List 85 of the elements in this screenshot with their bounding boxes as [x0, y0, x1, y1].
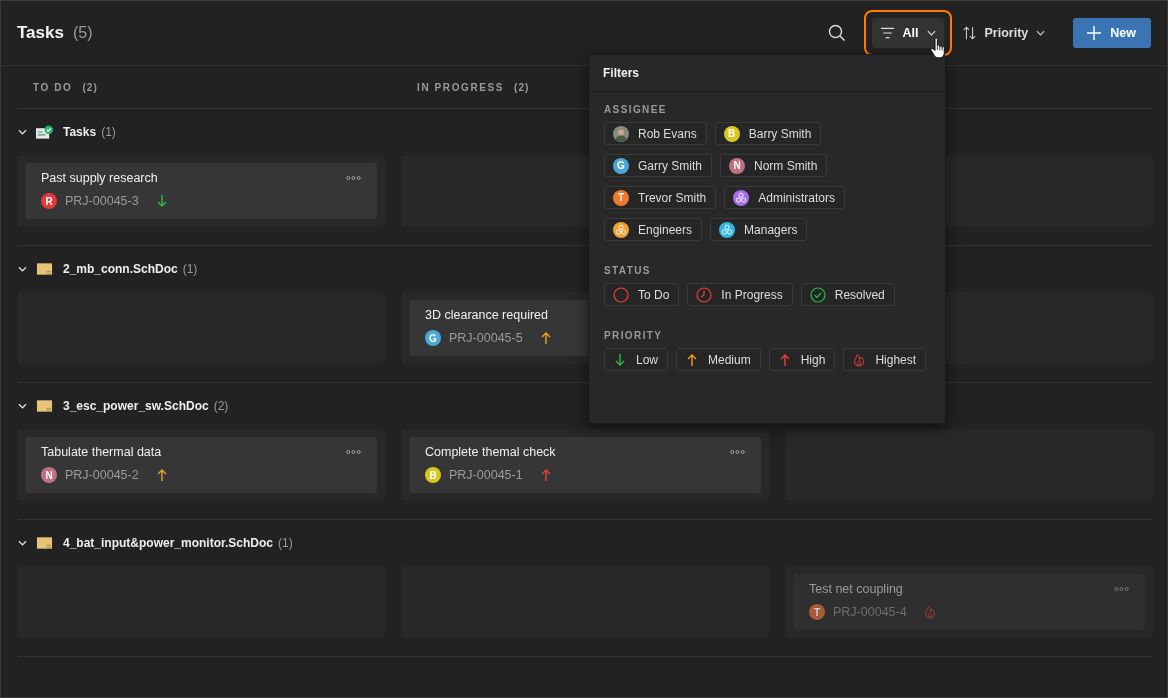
filter-chip[interactable]: In Progress	[687, 283, 793, 306]
more-icon[interactable]	[730, 450, 745, 454]
group-count: (1)	[182, 262, 198, 276]
filter-chip[interactable]: Administrators	[724, 186, 845, 209]
filter-chip[interactable]: Low	[604, 348, 668, 371]
task-title: Past supply research	[41, 171, 158, 185]
filter-chip[interactable]: T Trevor Smith	[604, 186, 717, 209]
task-card[interactable]: Test net coupling T PRJ-00045-4	[793, 574, 1145, 630]
group-count: (2)	[213, 399, 229, 413]
filter-chip[interactable]: High	[768, 348, 836, 371]
filter-chip[interactable]: Resolved	[800, 283, 895, 306]
filter-chip[interactable]: To Do	[604, 283, 680, 306]
task-list-icon	[36, 125, 53, 139]
group-name: 2_mb_conn.SchDoc	[63, 262, 178, 276]
sort-button[interactable]: Priority	[955, 25, 1052, 41]
avatar: N	[41, 467, 57, 483]
column-heading: TO DO	[33, 81, 73, 93]
circle-icon	[613, 286, 629, 303]
task-card[interactable]: Complete themal check B PRJ-00045-1	[409, 437, 761, 493]
filter-chip[interactable]: Engineers	[604, 218, 703, 241]
filter-chip[interactable]: Rob Evans	[604, 122, 707, 145]
avatar: G	[613, 157, 629, 174]
task-id: PRJ-00045-4	[833, 605, 907, 619]
new-button[interactable]: New	[1073, 18, 1151, 48]
filter-chip[interactable]: Medium	[676, 348, 761, 371]
chevron-icon[interactable]	[18, 266, 27, 272]
avatar: B	[425, 467, 441, 483]
avatar: N	[729, 157, 745, 174]
plus-icon	[1087, 26, 1102, 40]
flame-icon	[852, 352, 867, 367]
filter-chip[interactable]: N Norm Smith	[720, 154, 828, 177]
chevron-icon[interactable]	[18, 129, 27, 135]
avatar: T	[809, 604, 825, 620]
section-heading: ASSIGNEE	[604, 104, 668, 115]
avatar: R	[41, 193, 57, 209]
more-icon[interactable]	[346, 450, 361, 454]
check-circle-icon	[809, 286, 826, 303]
avatar: T	[613, 189, 629, 206]
filter-chip[interactable]: G Garry Smith	[604, 154, 712, 177]
document-icon	[36, 399, 53, 413]
filter-chip[interactable]: Managers	[710, 218, 808, 241]
group-count: (1)	[101, 125, 116, 139]
filter-icon	[879, 26, 895, 40]
group-name: 4_bat_input&power_monitor.SchDoc	[63, 536, 274, 550]
avatar: G	[425, 330, 441, 346]
page-title: Tasks	[17, 23, 64, 43]
chevron-icon	[926, 30, 936, 36]
up-arrow-icon	[685, 352, 699, 367]
search-icon[interactable]	[827, 24, 846, 42]
section-heading: PRIORITY	[604, 330, 664, 341]
task-count: (5)	[72, 24, 93, 42]
task-card[interactable]: Tabulate thermal data N PRJ-00045-2	[25, 437, 377, 493]
person-avatar-icon	[613, 125, 629, 142]
chevron-icon[interactable]	[18, 403, 27, 409]
document-icon	[36, 536, 53, 550]
filter-chip[interactable]: Highest	[843, 348, 927, 371]
section-heading: STATUS	[604, 265, 652, 276]
group-name: Tasks	[63, 125, 97, 139]
task-id: PRJ-00045-5	[449, 331, 523, 345]
avatar: B	[723, 125, 740, 142]
chevron-icon[interactable]	[18, 540, 27, 546]
column-count: (2)	[514, 81, 530, 93]
task-title: Test net coupling	[809, 582, 903, 596]
down-arrow-icon	[613, 352, 627, 367]
group-count: (1)	[278, 536, 293, 550]
document-icon	[36, 262, 53, 276]
more-icon[interactable]	[1114, 587, 1129, 591]
column-heading: IN PROGRESS	[417, 81, 505, 93]
task-title: Tabulate thermal data	[41, 445, 162, 459]
task-card[interactable]: Past supply research R PRJ-00045-3	[25, 163, 377, 219]
task-id: PRJ-00045-1	[449, 468, 523, 482]
task-id: PRJ-00045-3	[65, 194, 139, 208]
chevron-icon	[1036, 30, 1046, 36]
task-id: PRJ-00045-2	[65, 468, 139, 482]
flame-icon	[922, 605, 937, 619]
dropdown-title: Filters	[589, 55, 945, 92]
sort-icon	[961, 26, 977, 40]
task-title: 3D clearance required	[425, 308, 548, 322]
task-title: Complete themal check	[425, 445, 556, 459]
filter-button[interactable]: All	[871, 18, 944, 48]
clock-icon	[696, 286, 713, 303]
filter-chip[interactable]: B Barry Smith	[714, 122, 822, 145]
group-name: 3_esc_power_sw.SchDoc	[63, 399, 209, 413]
more-icon[interactable]	[346, 176, 361, 180]
column-count: (2)	[82, 81, 98, 93]
